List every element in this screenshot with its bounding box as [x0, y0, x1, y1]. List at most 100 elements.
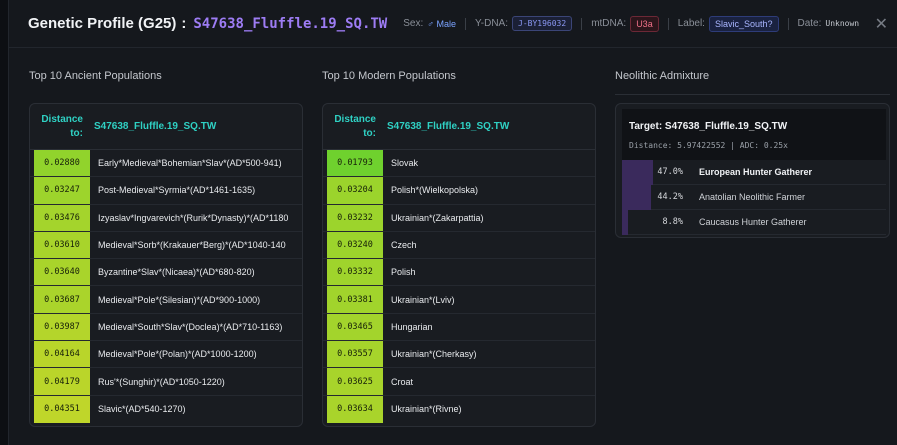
population-cell: Polish*(Wielkopolska): [391, 185, 479, 196]
table-row[interactable]: 0.03557 Ukrainian*(Cherkasy): [323, 341, 595, 369]
table-row[interactable]: 0.03687 Medieval*Pole*(Silesian)*(AD*900-…: [30, 286, 302, 314]
distance-cell: 0.03625: [327, 368, 383, 395]
ydna-meta: Y-DNA: J-BY196032: [475, 16, 573, 31]
distance-column-header: Distance to:: [30, 113, 87, 141]
table-row[interactable]: 0.03476 Izyaslav*Ingvarevich*(Rurik*Dynas…: [30, 204, 302, 232]
sex-meta: Sex: ♂ Male: [403, 18, 456, 29]
distance-cell: 0.03687: [34, 286, 90, 313]
distance-cell: 0.03204: [327, 177, 383, 204]
table-row[interactable]: 0.01793 Slovak: [323, 150, 595, 178]
mtdna-badge[interactable]: U3a: [630, 15, 659, 32]
table-row[interactable]: 0.03465 Hungarian: [323, 313, 595, 342]
population-cell: Post-Medieval*Syrmia*(AD*1461-1635): [98, 185, 256, 196]
admixture-bar: [622, 209, 628, 235]
admixture-percent: 44.2%: [657, 191, 683, 202]
distance-cell: 0.03610: [34, 231, 90, 259]
distance-cell: 0.03987: [34, 313, 90, 341]
meta-divider: [465, 17, 467, 30]
ancient-table: Distance to: S47638_Fluffle.19_SQ.TW 0.0…: [29, 103, 303, 427]
distance-header-line1: Distance: [41, 113, 83, 125]
table-row[interactable]: 0.03610 Medieval*Sorb*(Krakauer*Berg)*(AD…: [30, 231, 302, 260]
distance-cell: 0.03465: [327, 313, 383, 341]
modern-table-header: Distance to: S47638_Fluffle.19_SQ.TW: [323, 104, 595, 150]
admixture-row: 44.2% Anatolian Neolithic Farmer: [622, 184, 886, 210]
sample-column-header: S47638_Fluffle.19_SQ.TW: [387, 121, 510, 132]
distance-cell: 0.01793: [327, 150, 383, 177]
ydna-badge[interactable]: J-BY196032: [512, 16, 573, 31]
table-row[interactable]: 0.03332 Polish: [323, 259, 595, 287]
distance-cell: 0.03232: [327, 204, 383, 231]
table-row[interactable]: 0.03640 Byzantine*Slav*(Nicaea)*(AD*680-8…: [30, 259, 302, 287]
population-cell: Medieval*Sorb*(Krakauer*Berg)*(AD*1040-1…: [98, 240, 286, 251]
admixture-bar-cell: 47.0%: [622, 159, 687, 185]
table-row[interactable]: 0.04351 Slavic*(AD*540-1270): [30, 395, 302, 423]
distance-cell: 0.03634: [327, 395, 383, 423]
admixture-row: 8.8% Caucasus Hunter Gatherer: [622, 209, 886, 235]
modern-rows: 0.01793 Slovak 0.03204 Polish*(Wielkopolska…: [323, 150, 595, 423]
label-badge[interactable]: Slavic_South?: [708, 15, 779, 32]
close-icon[interactable]: ✕: [875, 14, 888, 34]
admixture-component-name: Anatolian Neolithic Farmer: [699, 192, 806, 202]
population-cell: Polish: [391, 267, 416, 278]
modern-table: Distance to: S47638_Fluffle.19_SQ.TW 0.0…: [322, 103, 596, 427]
population-cell: Croat: [391, 376, 414, 387]
distance-cell: 0.03640: [34, 259, 90, 286]
population-cell: Hungarian: [391, 321, 433, 332]
admixture-row: 47.0% European Hunter Gatherer: [622, 159, 886, 185]
distance-header-line1: Distance: [334, 113, 376, 125]
table-row[interactable]: 0.02880 Early*Medieval*Bohemian*Slav*(AD*…: [30, 150, 302, 178]
distance-cell: 0.03332: [327, 259, 383, 286]
sex-value: ♂ Male: [427, 18, 457, 29]
distance-header-line2: to:: [363, 127, 376, 139]
table-row[interactable]: 0.04179 Rus'*(Sunghir)*(AD*1050-1220): [30, 368, 302, 396]
modern-section-title: Top 10 Modern Populations: [322, 70, 456, 82]
population-cell: Byzantine*Slav*(Nicaea)*(AD*680-820): [98, 267, 255, 278]
table-row[interactable]: 0.03625 Croat: [323, 368, 595, 396]
table-row[interactable]: 0.03240 Czech: [323, 231, 595, 260]
table-row[interactable]: 0.03634 Ukrainian*(Rivne): [323, 395, 595, 423]
ancient-section-title: Top 10 Ancient Populations: [29, 70, 162, 82]
ancient-rows: 0.02880 Early*Medieval*Bohemian*Slav*(AD*…: [30, 150, 302, 423]
table-row[interactable]: 0.03204 Polish*(Wielkopolska): [323, 177, 595, 205]
title-separator: :: [181, 15, 187, 32]
ydna-label: Y-DNA:: [475, 18, 509, 29]
table-row[interactable]: 0.03232 Ukrainian*(Zakarpattia): [323, 204, 595, 232]
population-cell: Rus'*(Sunghir)*(AD*1050-1220): [98, 376, 225, 387]
admixture-bar-cell: 8.8%: [622, 209, 687, 235]
sample-column-header: S47638_Fluffle.19_SQ.TW: [94, 121, 217, 132]
population-cell: Slovak: [391, 158, 419, 169]
distance-cell: 0.03381: [327, 286, 383, 313]
table-row[interactable]: 0.03987 Medieval*South*Slav*(Doclea)*(AD*…: [30, 313, 302, 342]
mtdna-label: mtDNA:: [591, 18, 627, 29]
admixture-target-header: Target: S47638_Fluffle.19_SQ.TW Distance…: [622, 109, 886, 160]
distance-cell: 0.03557: [327, 341, 383, 368]
admixture-component-name: Caucasus Hunter Gatherer: [699, 217, 807, 227]
page-title: Genetic Profile (G25): [28, 15, 177, 32]
admixture-bar-cell: 44.2%: [622, 184, 687, 210]
table-row[interactable]: 0.04164 Medieval*Pole*(Polan)*(AD*1000-12…: [30, 341, 302, 369]
table-row[interactable]: 0.03381 Ukrainian*(Lviv): [323, 286, 595, 314]
distance-cell: 0.02880: [34, 150, 90, 177]
ancient-table-header: Distance to: S47638_Fluffle.19_SQ.TW: [30, 104, 302, 150]
label-meta: Label: Slavic_South?: [678, 15, 779, 32]
population-cell: Ukrainian*(Cherkasy): [391, 349, 477, 360]
distance-cell: 0.03476: [34, 204, 90, 231]
population-cell: Medieval*Pole*(Polan)*(AD*1000-1200): [98, 349, 257, 360]
admixture-percent: 8.8%: [662, 216, 683, 227]
distance-cell: 0.04351: [34, 395, 90, 423]
population-cell: Early*Medieval*Bohemian*Slav*(AD*500-941…: [98, 158, 282, 169]
meta-divider: [667, 17, 669, 30]
sex-label: Sex:: [403, 18, 424, 29]
population-cell: Medieval*Pole*(Silesian)*(AD*900-1000): [98, 294, 261, 305]
sample-name: S47638_Fluffle.19_SQ.TW: [193, 15, 388, 32]
population-cell: Izyaslav*Ingvarevich*(Rurik*Dynasty)*(AD…: [98, 212, 289, 223]
date-value: Unknown: [825, 19, 860, 28]
date-meta: Date: Unknown: [798, 18, 860, 29]
admixture-target: Target: S47638_Fluffle.19_SQ.TW: [629, 121, 788, 132]
distance-cell: 0.03247: [34, 177, 90, 204]
table-row[interactable]: 0.03247 Post-Medieval*Syrmia*(AD*1461-163…: [30, 177, 302, 205]
meta-divider: [581, 17, 583, 30]
mtdna-meta: mtDNA: U3a: [591, 15, 659, 32]
modal-header: Genetic Profile (G25) : S47638_Fluffle.1…: [9, 0, 897, 48]
distance-cell: 0.03240: [327, 231, 383, 259]
